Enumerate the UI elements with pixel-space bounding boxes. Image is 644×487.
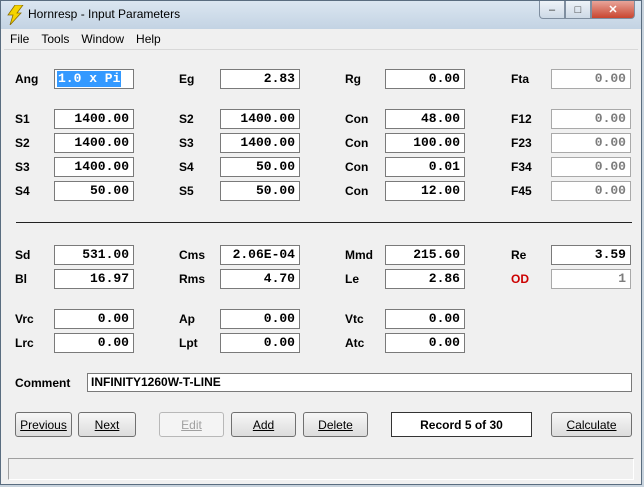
label-con-3: Con — [345, 160, 369, 174]
edit-button[interactable]: Edit — [159, 412, 224, 437]
menu-help[interactable]: Help — [130, 30, 167, 49]
label-f12: F12 — [511, 112, 532, 126]
s3-field[interactable]: 1400.00 — [220, 133, 300, 153]
od-field: 1 — [551, 269, 631, 289]
con3-field[interactable]: 0.01 — [385, 157, 465, 177]
next-button[interactable]: Next — [78, 412, 136, 437]
re-field[interactable]: 3.59 — [551, 245, 631, 265]
atc-field[interactable]: 0.00 — [385, 333, 465, 353]
add-button[interactable]: Add — [231, 412, 296, 437]
title-bar[interactable]: Hornresp - Input Parameters – □ ✕ — [1, 1, 641, 29]
label-con-2: Con — [345, 136, 369, 150]
label-vtc: Vtc — [345, 312, 364, 326]
maximize-button[interactable]: □ — [565, 1, 591, 19]
lightning-app-icon — [7, 5, 24, 25]
label-rms: Rms — [179, 272, 206, 286]
f45-field: 0.00 — [551, 181, 631, 201]
label-s1: S1 — [15, 112, 30, 126]
label-s5: S5 — [179, 184, 194, 198]
label-ang: Ang — [15, 72, 39, 86]
menu-bar: File Tools Window Help — [4, 30, 638, 50]
s2-field[interactable]: 1400.00 — [220, 109, 300, 129]
le-field[interactable]: 2.86 — [385, 269, 465, 289]
main-window: Hornresp - Input Parameters – □ ✕ File T… — [0, 0, 642, 485]
label-f45: F45 — [511, 184, 532, 198]
label-lrc: Lrc — [15, 336, 34, 350]
label-comment: Comment — [15, 376, 71, 390]
vrc-field[interactable]: 0.00 — [54, 309, 134, 329]
label-s4-row: S4 — [15, 184, 30, 198]
ang-value: 1.0 x Pi — [57, 71, 122, 87]
label-eg: Eg — [179, 72, 195, 86]
ang-field[interactable]: 1.0 x Pi — [54, 69, 134, 89]
label-s2: S2 — [179, 112, 194, 126]
mmd-field[interactable]: 215.60 — [385, 245, 465, 265]
label-con-1: Con — [345, 112, 369, 126]
label-con-4: Con — [345, 184, 369, 198]
fta-field: 0.00 — [551, 69, 631, 89]
menu-window[interactable]: Window — [75, 30, 130, 49]
eg-field[interactable]: 2.83 — [220, 69, 300, 89]
label-vrc: Vrc — [15, 312, 34, 326]
rg-field[interactable]: 0.00 — [385, 69, 465, 89]
window-title: Hornresp - Input Parameters — [28, 7, 181, 21]
label-bl: Bl — [15, 272, 27, 286]
label-ap: Ap — [179, 312, 195, 326]
label-s3-row: S3 — [15, 160, 30, 174]
label-sd: Sd — [15, 248, 31, 262]
vtc-field[interactable]: 0.00 — [385, 309, 465, 329]
rms-field[interactable]: 4.70 — [220, 269, 300, 289]
menu-tools[interactable]: Tools — [35, 30, 75, 49]
label-s3: S3 — [179, 136, 194, 150]
label-atc: Atc — [345, 336, 365, 350]
calculate-button[interactable]: Calculate — [551, 412, 632, 437]
previous-button[interactable]: Previous — [15, 412, 72, 437]
ap-field[interactable]: 0.00 — [220, 309, 300, 329]
lpt-field[interactable]: 0.00 — [220, 333, 300, 353]
s4b-field[interactable]: 50.00 — [54, 181, 134, 201]
comment-field[interactable]: INFINITY1260W-T-LINE — [87, 373, 632, 392]
minimize-button[interactable]: – — [539, 1, 565, 19]
con4-field[interactable]: 12.00 — [385, 181, 465, 201]
label-rg: Rg — [345, 72, 361, 86]
record-indicator: Record 5 of 30 — [391, 412, 532, 437]
cms-field[interactable]: 2.06E-04 — [220, 245, 300, 265]
label-s4: S4 — [179, 160, 194, 174]
label-f23: F23 — [511, 136, 532, 150]
label-lpt: Lpt — [179, 336, 198, 350]
bl-field[interactable]: 16.97 — [54, 269, 134, 289]
close-button[interactable]: ✕ — [591, 1, 635, 19]
delete-button[interactable]: Delete — [303, 412, 368, 437]
f34-field: 0.00 — [551, 157, 631, 177]
s5-field[interactable]: 50.00 — [220, 181, 300, 201]
label-fta: Fta — [511, 72, 529, 86]
menu-file[interactable]: File — [4, 30, 35, 49]
label-re: Re — [511, 248, 527, 262]
label-cms: Cms — [179, 248, 206, 262]
input-parameters-panel: Ang 1.0 x Pi Eg 2.83 Rg 0.00 Fta 0.00 S1… — [4, 50, 638, 481]
f23-field: 0.00 — [551, 133, 631, 153]
s2b-field[interactable]: 1400.00 — [54, 133, 134, 153]
label-le: Le — [345, 272, 360, 286]
f12-field: 0.00 — [551, 109, 631, 129]
con2-field[interactable]: 100.00 — [385, 133, 465, 153]
label-od: OD — [511, 272, 529, 286]
s1-field[interactable]: 1400.00 — [54, 109, 134, 129]
label-s2-row: S2 — [15, 136, 30, 150]
s4-field[interactable]: 50.00 — [220, 157, 300, 177]
label-mmd: Mmd — [345, 248, 373, 262]
status-bar — [8, 458, 634, 480]
label-f34: F34 — [511, 160, 532, 174]
section-divider — [16, 222, 632, 223]
lrc-field[interactable]: 0.00 — [54, 333, 134, 353]
sd-field[interactable]: 531.00 — [54, 245, 134, 265]
s3b-field[interactable]: 1400.00 — [54, 157, 134, 177]
con1-field[interactable]: 48.00 — [385, 109, 465, 129]
